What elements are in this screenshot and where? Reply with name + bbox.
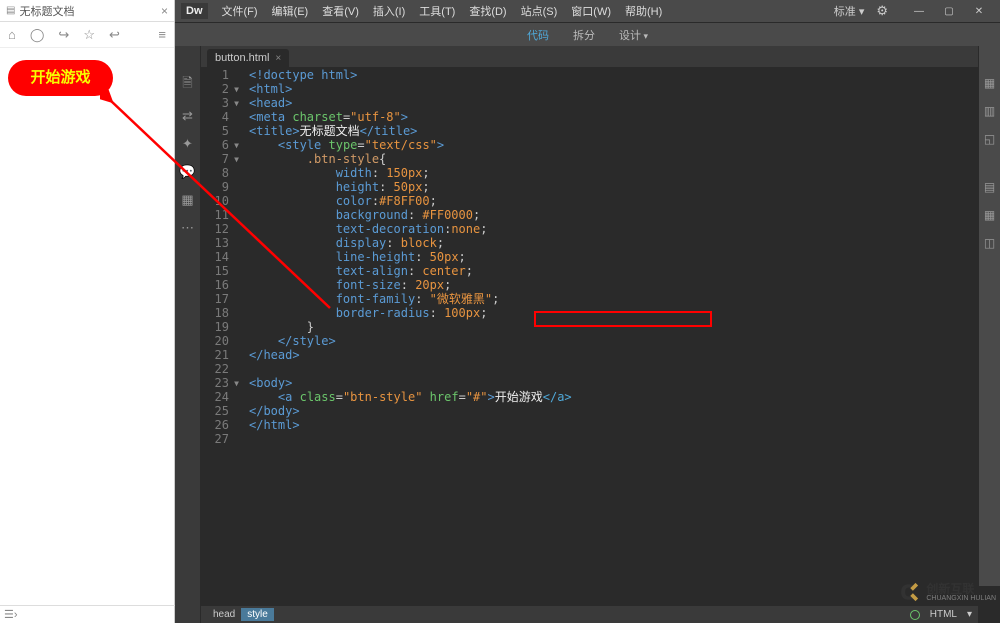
tab-code[interactable]: 代码 xyxy=(521,23,555,47)
close-button[interactable]: ✕ xyxy=(964,2,994,20)
line-gutter: 12▼3▼456▼7▼89101112131415161718192021222… xyxy=(201,68,235,623)
menu-edit[interactable]: 编辑(E) xyxy=(266,1,315,21)
menu-window[interactable]: 窗口(W) xyxy=(565,1,617,21)
start-game-button[interactable]: 开始游戏 xyxy=(8,60,113,96)
panel-icon-4[interactable]: ▤ xyxy=(984,180,995,194)
menu-view[interactable]: 查看(V) xyxy=(316,1,365,21)
document-icon: ▤ xyxy=(6,5,15,16)
minimize-button[interactable]: — xyxy=(904,2,934,20)
forward-icon[interactable]: ↪ xyxy=(58,27,69,43)
home-icon[interactable]: ⌂ xyxy=(8,27,16,42)
layout-dropdown[interactable]: 标准 ▾ xyxy=(830,1,869,21)
collapse-icon[interactable]: ▦ xyxy=(181,192,193,208)
comment-icon[interactable]: 💬 xyxy=(179,164,195,180)
panel-icon-2[interactable]: ▥ xyxy=(984,104,995,118)
star-icon[interactable]: ☆ xyxy=(83,27,95,43)
menu-help[interactable]: 帮助(H) xyxy=(619,1,668,21)
status-ok-icon xyxy=(910,610,920,620)
panel-icon-6[interactable]: ◫ xyxy=(984,236,995,250)
file-icon[interactable]: 🗎 xyxy=(182,74,192,96)
left-toolbar: 🗎 ⇄ ✦ 💬 ▦ ⋯ xyxy=(175,46,201,623)
tab-design[interactable]: 设计 xyxy=(613,23,654,47)
panel-icon-1[interactable]: ▦ xyxy=(984,76,995,90)
manage-icon[interactable]: ⇄ xyxy=(182,108,193,124)
menubar-right: 标准 ▾ ⚙ — ▢ ✕ xyxy=(830,1,994,21)
menu-items: 文件(F) 编辑(E) 查看(V) 插入(I) 工具(T) 查找(D) 站点(S… xyxy=(216,1,669,21)
file-tabbar: button.html × xyxy=(201,46,1000,68)
preview-content: 开始游戏 xyxy=(0,48,174,108)
more-icon[interactable]: ⋯ xyxy=(181,220,194,236)
code-body[interactable]: <!doctype html><html><head><meta charset… xyxy=(235,68,1000,623)
preview-tab[interactable]: ▤ 无标题文档 × xyxy=(0,0,174,22)
menu-file[interactable]: 文件(F) xyxy=(216,1,264,21)
file-tab-label: button.html xyxy=(215,52,269,64)
breadcrumb-head[interactable]: head xyxy=(207,608,241,621)
status-bar: head style HTML ▾ xyxy=(201,605,978,623)
preview-panel: ▤ 无标题文档 × ⌂ ◯ ↪ ☆ ↩ ≡ 开始游戏 ☰› xyxy=(0,0,175,623)
menu-site[interactable]: 站点(S) xyxy=(515,1,564,21)
preview-toolbar: ⌂ ◯ ↪ ☆ ↩ ≡ xyxy=(0,22,174,48)
reload-icon[interactable]: ◯ xyxy=(30,27,45,43)
watermark-brand: 创新互联 xyxy=(926,583,996,595)
right-panel: ▦ ▥ ◱ ▤ ▦ ◫ xyxy=(978,46,1000,586)
code-editor[interactable]: 12▼3▼456▼7▼89101112131415161718192021222… xyxy=(201,68,1000,623)
gear-icon[interactable]: ⚙ xyxy=(876,3,888,19)
expand-icon[interactable]: ☰› xyxy=(4,608,18,621)
close-icon[interactable]: × xyxy=(161,4,168,18)
menubar: Dw 文件(F) 编辑(E) 查看(V) 插入(I) 工具(T) 查找(D) 站… xyxy=(175,0,1000,22)
watermark-icon xyxy=(896,579,922,605)
wand-icon[interactable]: ✦ xyxy=(182,136,193,152)
preview-tab-title: 无标题文档 xyxy=(19,3,74,19)
window-controls: — ▢ ✕ xyxy=(904,2,994,20)
panel-icon-5[interactable]: ▦ xyxy=(984,208,995,222)
preview-footer: ☰› xyxy=(0,605,175,623)
view-tabs: 代码 拆分 设计 xyxy=(175,22,1000,46)
watermark-sub: CHUANGXIN HULIAN xyxy=(926,595,996,602)
close-icon[interactable]: × xyxy=(275,53,281,64)
panel-icon-3[interactable]: ◱ xyxy=(984,132,995,146)
dreamweaver-panel: Dw 文件(F) 编辑(E) 查看(V) 插入(I) 工具(T) 查找(D) 站… xyxy=(175,0,1000,623)
dw-logo: Dw xyxy=(181,3,208,19)
status-language[interactable]: HTML xyxy=(926,608,961,621)
watermark: 创新互联 CHUANGXIN HULIAN xyxy=(896,579,996,605)
menu-insert[interactable]: 插入(I) xyxy=(367,1,411,21)
maximize-button[interactable]: ▢ xyxy=(934,2,964,20)
breadcrumb-style[interactable]: style xyxy=(241,608,274,621)
menu-icon[interactable]: ≡ xyxy=(158,27,166,42)
back-icon[interactable]: ↩ xyxy=(109,27,120,43)
menu-tools[interactable]: 工具(T) xyxy=(413,1,461,21)
tab-split[interactable]: 拆分 xyxy=(567,23,601,47)
menu-find[interactable]: 查找(D) xyxy=(463,1,512,21)
chevron-down-icon[interactable]: ▾ xyxy=(967,609,972,620)
file-tab[interactable]: button.html × xyxy=(207,49,289,67)
